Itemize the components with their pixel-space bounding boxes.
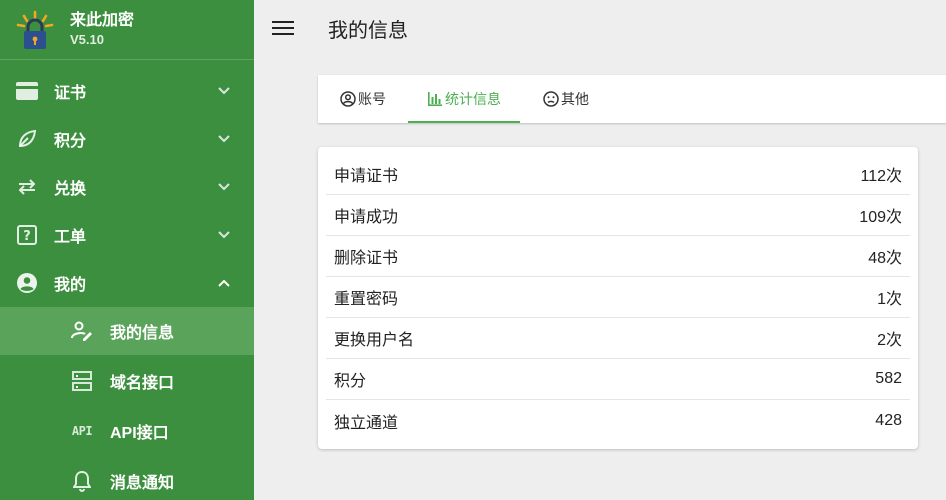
chevron-down-icon — [218, 135, 230, 143]
stat-row: 积分 582 — [326, 359, 910, 400]
stat-value: 428 — [875, 411, 902, 429]
stat-value: 582 — [875, 370, 902, 387]
sidebar-item-points[interactable]: 积分 — [0, 115, 254, 163]
page-title: 我的信息 — [328, 19, 408, 42]
stat-label: 更换用户名 — [334, 332, 415, 349]
sidebar-item-mine[interactable]: 我的 — [0, 259, 254, 307]
stat-label: 积分 — [334, 373, 367, 390]
tab-label: 账号 — [358, 91, 386, 107]
stat-row: 申请证书 112次 — [326, 154, 910, 195]
app-version: V5.10 — [70, 31, 104, 47]
brand[interactable]: 来此加密 V5.10 — [0, 0, 254, 60]
stat-row: 独立通道 428 — [326, 400, 910, 441]
api-glyph: API — [71, 424, 93, 438]
sidebar-subitem-label: 域名接口 — [110, 375, 175, 392]
sidebar-subitem-my-info[interactable]: 我的信息 — [0, 307, 254, 355]
app-title: 来此加密 — [70, 11, 135, 29]
sidebar: 来此加密 V5.10 证书 积分 兑换 ? 工单 我的 我的信息 域名接口 AP… — [0, 0, 254, 500]
account-edit-icon — [71, 320, 93, 342]
account-circle-outline-icon — [340, 91, 356, 107]
svg-text:?: ? — [23, 229, 31, 244]
sidebar-subitem-label: 我的信息 — [110, 325, 175, 342]
server-icon — [71, 370, 93, 392]
stat-label: 申请证书 — [334, 168, 399, 185]
stat-label: 独立通道 — [334, 414, 399, 432]
stat-value: 2次 — [877, 332, 902, 349]
sidebar-item-label: 兑换 — [54, 181, 87, 198]
stat-value: 48次 — [868, 250, 902, 267]
sidebar-item-label: 我的 — [54, 277, 87, 294]
bell-icon — [71, 470, 93, 492]
account-circle-icon — [16, 272, 38, 294]
leaf-icon — [16, 128, 38, 150]
stat-value: 109次 — [859, 209, 902, 226]
chevron-down-icon — [218, 231, 230, 239]
sidebar-item-tickets[interactable]: ? 工单 — [0, 211, 254, 259]
help-box-icon: ? — [16, 224, 38, 246]
stat-value: 112次 — [860, 168, 902, 185]
api-icon: API — [71, 420, 93, 442]
sidebar-subitem-label: API接口 — [110, 425, 169, 442]
stat-label: 重置密码 — [334, 291, 399, 308]
credit-card-icon — [16, 80, 38, 102]
tabs-bar: 账号 统计信息 其他 — [318, 75, 946, 123]
sidebar-subitem-domain-api[interactable]: 域名接口 — [0, 357, 254, 405]
sidebar-subitem-api[interactable]: API API接口 — [0, 407, 254, 455]
sidebar-item-certificates[interactable]: 证书 — [0, 67, 254, 115]
top-bar: 我的信息 — [254, 0, 946, 56]
tab-other[interactable]: 其他 — [520, 75, 612, 123]
chevron-up-icon — [218, 279, 230, 287]
tab-label: 其他 — [561, 91, 589, 107]
stat-label: 申请成功 — [334, 209, 399, 226]
chevron-down-icon — [218, 87, 230, 95]
stat-label: 删除证书 — [334, 250, 399, 267]
tab-statistics[interactable]: 统计信息 — [408, 75, 520, 123]
statistics-card: 申请证书 112次 申请成功 109次 删除证书 48次 重置密码 1次 更换用… — [318, 147, 918, 449]
emoticon-sad-icon — [543, 91, 559, 107]
sidebar-item-exchange[interactable]: 兑换 — [0, 163, 254, 211]
sidebar-subitem-label: 消息通知 — [110, 475, 175, 492]
hamburger-menu-icon[interactable] — [272, 19, 294, 37]
stat-value: 1次 — [877, 291, 902, 308]
stat-row: 重置密码 1次 — [326, 277, 910, 318]
swap-arrows-icon — [16, 176, 38, 198]
padlock-sunrise-logo-icon — [16, 10, 54, 49]
bar-chart-icon — [428, 92, 442, 106]
stat-row: 更换用户名 2次 — [326, 318, 910, 359]
stat-row: 申请成功 109次 — [326, 195, 910, 236]
sidebar-item-label: 证书 — [54, 85, 87, 102]
tab-account[interactable]: 账号 — [318, 75, 408, 123]
chevron-down-icon — [218, 183, 230, 191]
sidebar-item-label: 积分 — [54, 133, 87, 150]
tab-label: 统计信息 — [445, 91, 501, 107]
sidebar-subitem-notifications[interactable]: 消息通知 — [0, 457, 254, 500]
stat-row: 删除证书 48次 — [326, 236, 910, 277]
sidebar-item-label: 工单 — [54, 229, 87, 246]
